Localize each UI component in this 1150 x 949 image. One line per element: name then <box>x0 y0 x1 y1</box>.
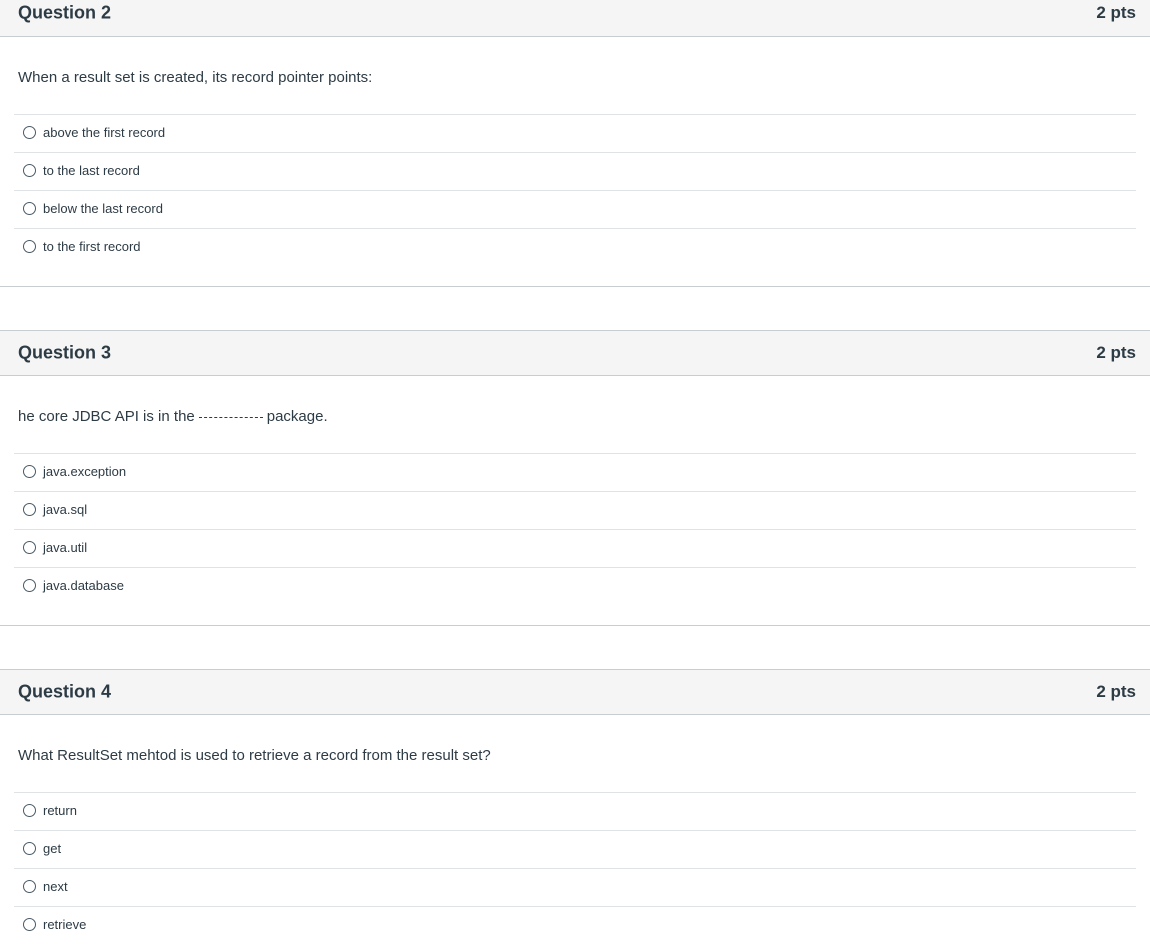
question-header: Question 3 2 pts <box>0 330 1150 376</box>
question-text: When a result set is created, its record… <box>18 69 373 86</box>
answer-label: java.exception <box>43 464 127 479</box>
question-points: 2 pts <box>1096 343 1136 362</box>
question-title: Question 4 <box>18 681 112 702</box>
question-points: 2 pts <box>1096 3 1136 22</box>
answer-label: next <box>43 879 68 894</box>
fill-in-blank <box>198 417 263 418</box>
question-text: What ResultSet mehtod is used to retriev… <box>18 747 491 764</box>
answer-label: retrieve <box>43 917 87 932</box>
question-text: he core JDBC API is in the package. <box>18 408 328 425</box>
radio-button[interactable] <box>23 804 36 817</box>
question-points: 2 pts <box>1096 682 1136 701</box>
radio-button[interactable] <box>23 579 36 592</box>
answer-label: java.sql <box>43 502 88 517</box>
question-divider <box>0 625 1150 626</box>
question-3: Question 3 2 pts he core JDBC API is in … <box>0 330 1150 593</box>
answer-label: java.util <box>43 540 88 555</box>
answer-option[interactable]: return <box>14 792 1136 830</box>
answer-option[interactable]: to the last record <box>14 152 1136 190</box>
answer-list: java.exception java.sql java.util java.d… <box>14 453 1136 605</box>
answer-option[interactable]: above the first record <box>14 114 1136 152</box>
answer-list: return get next retrieve <box>14 792 1136 944</box>
answer-option[interactable]: retrieve <box>14 906 1136 944</box>
radio-button[interactable] <box>23 842 36 855</box>
question-divider <box>0 286 1150 287</box>
question-header: Question 2 2 pts <box>0 0 1150 37</box>
radio-button[interactable] <box>23 465 36 478</box>
question-2: Question 2 2 pts When a result set is cr… <box>0 0 1150 254</box>
radio-button[interactable] <box>23 918 36 931</box>
radio-button[interactable] <box>23 240 36 253</box>
question-title: Question 3 <box>18 342 112 363</box>
radio-button[interactable] <box>23 202 36 215</box>
answer-label: to the first record <box>43 239 141 254</box>
answer-option[interactable]: below the last record <box>14 190 1136 228</box>
answer-option[interactable]: to the first record <box>14 228 1136 266</box>
radio-button[interactable] <box>23 164 36 177</box>
radio-button[interactable] <box>23 126 36 139</box>
answer-label: java.database <box>43 578 124 593</box>
answer-option[interactable]: java.util <box>14 529 1136 567</box>
question-text-before: he core JDBC API is in the <box>18 408 195 425</box>
answer-option[interactable]: java.database <box>14 567 1136 605</box>
answer-list: above the first record to the last recor… <box>14 114 1136 266</box>
answer-option[interactable]: next <box>14 868 1136 906</box>
answer-label: above the first record <box>43 125 166 140</box>
answer-label: return <box>43 803 77 818</box>
question-header: Question 4 2 pts <box>0 669 1150 715</box>
answer-option[interactable]: java.exception <box>14 453 1136 491</box>
radio-button[interactable] <box>23 880 36 893</box>
answer-label: below the last record <box>43 201 163 216</box>
answer-option[interactable]: java.sql <box>14 491 1136 529</box>
question-4: Question 4 2 pts What ResultSet mehtod i… <box>0 669 1150 932</box>
radio-button[interactable] <box>23 541 36 554</box>
question-title: Question 2 <box>18 2 112 23</box>
answer-label: to the last record <box>43 163 140 178</box>
answer-label: get <box>43 841 62 856</box>
radio-button[interactable] <box>23 503 36 516</box>
answer-option[interactable]: get <box>14 830 1136 868</box>
question-text-after: package. <box>266 408 328 425</box>
